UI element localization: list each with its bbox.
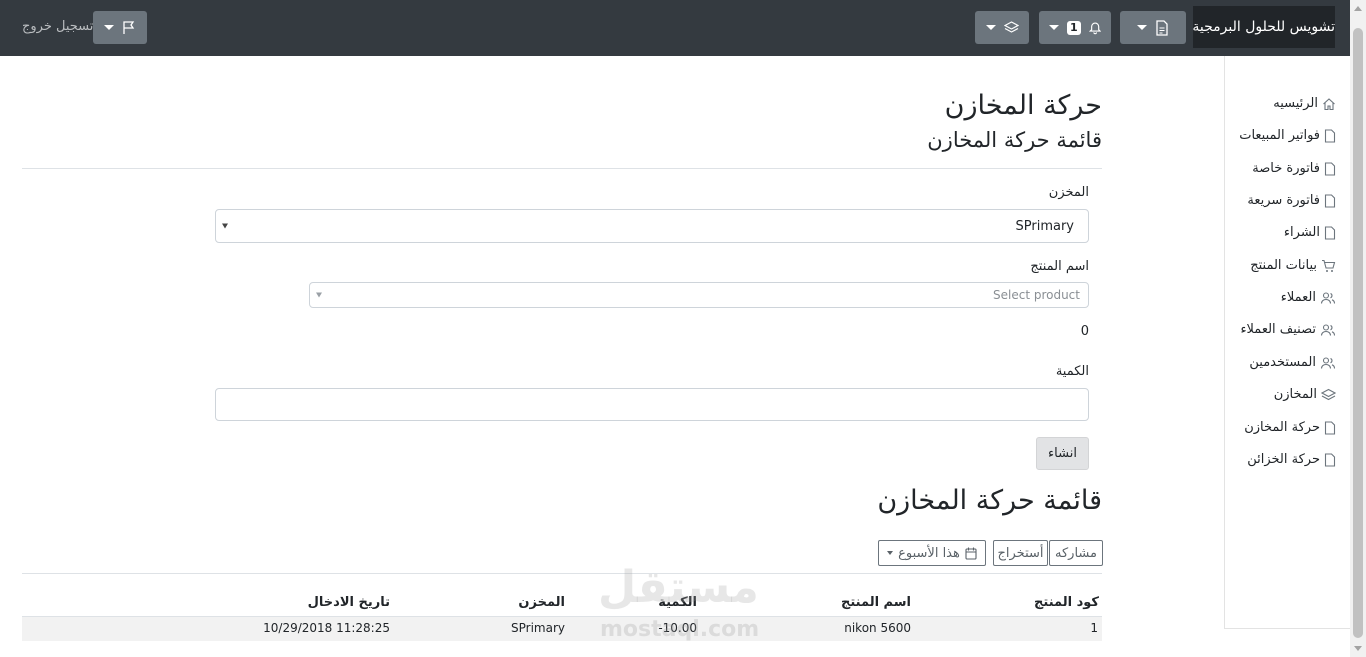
sidebar-item-special-invoice[interactable]: فاتورة خاصة (1252, 161, 1336, 176)
page-scrollbar[interactable] (1350, 0, 1366, 657)
sidebar-item-label: فواتير المبيعات (1239, 128, 1320, 143)
list-title: قائمة حركة المخازن (877, 485, 1102, 516)
home-icon (1323, 97, 1335, 110)
list-divider (22, 573, 1102, 574)
cell-entry-date: 10/29/2018 11:28:25 (263, 621, 390, 635)
file-icon (1324, 452, 1336, 467)
file-icon (1324, 128, 1336, 143)
file-icon (1324, 193, 1336, 208)
date-range-filter[interactable]: هذا الأسبوع (878, 540, 986, 566)
store-label: المخزن (1048, 185, 1089, 200)
calendar-icon (965, 547, 977, 560)
table-header-store: المخزن (518, 595, 565, 610)
sidebar-item-quick-invoice[interactable]: فاتورة سريعة (1247, 193, 1336, 208)
notifications-dropdown-button[interactable]: 1 (1039, 11, 1111, 44)
sidebar-item-label: المخازن (1273, 387, 1317, 402)
sidebar-item-sales-invoices[interactable]: فواتير المبيعات (1239, 128, 1336, 143)
file-icon (1324, 225, 1336, 240)
chevron-down-icon (985, 25, 996, 30)
chevron-down-icon (222, 223, 228, 229)
scroll-up-arrow[interactable] (1354, 6, 1362, 11)
chevron-down-icon (887, 551, 894, 555)
sidebar-item-stores[interactable]: المخازن (1274, 387, 1336, 402)
sidebar-item-customers[interactable]: العملاء (1281, 290, 1336, 305)
table-header-product-code: كود المنتج (1034, 595, 1099, 610)
product-select[interactable]: Select product (309, 282, 1089, 308)
quantity-input[interactable] (215, 388, 1089, 421)
chevron-down-icon (1137, 25, 1147, 30)
chevron-down-icon (1049, 25, 1059, 30)
users-icon (1320, 323, 1336, 336)
create-button[interactable]: انشاء (1036, 437, 1089, 470)
notification-count-badge: 1 (1067, 20, 1081, 35)
quantity-label: الكمية (1055, 364, 1089, 379)
top-navbar: تشويس للحلول البرمجية 1 تسجيل خروج (0, 0, 1350, 56)
sidebar-item-treasury-movements[interactable]: حركة الخزائن (1247, 452, 1336, 467)
share-button[interactable]: مشاركه (1049, 540, 1103, 566)
table-header-entry-date: تاريخ الادخال (307, 595, 390, 610)
date-range-label: هذا الأسبوع (898, 545, 960, 561)
sidebar-item-users[interactable]: المستخدمين (1249, 355, 1336, 370)
bell-icon (1088, 22, 1101, 35)
sidebar-item-store-movements[interactable]: حركة المخازن (1244, 420, 1336, 435)
watermark-logo: مستقل (598, 562, 759, 613)
file-text-icon (1156, 19, 1168, 36)
store-select[interactable]: SPrimary (215, 209, 1089, 243)
chevron-down-icon (104, 25, 114, 30)
table-header-product-name: اسم المنتج (841, 595, 911, 610)
users-icon (1320, 291, 1336, 304)
file-icon (1324, 161, 1336, 176)
layers-dropdown-button[interactable] (975, 11, 1029, 44)
file-icon (1324, 420, 1336, 435)
sidebar-item-customer-categories[interactable]: تصنيف العملاء (1240, 322, 1336, 337)
scroll-thumb[interactable] (1353, 28, 1363, 638)
sidebar-item-label: فاتورة سريعة (1247, 193, 1320, 208)
sidebar-item-label: العملاء (1280, 290, 1316, 305)
scroll-down-arrow[interactable] (1354, 646, 1362, 651)
layers-icon (1003, 21, 1019, 33)
product-name-label: اسم المنتج (1030, 259, 1089, 274)
sidebar-item-label: الرئيسيه (1273, 96, 1318, 111)
sidebar-item-label: تصنيف العملاء (1240, 322, 1316, 337)
cell-product-code: 1 (1090, 621, 1098, 635)
cell-store: SPrimary (511, 621, 565, 635)
available-quantity-value: 0 (1080, 324, 1089, 339)
sidebar-item-label: حركة الخزائن (1247, 452, 1320, 467)
product-select-placeholder: Select product (993, 288, 1080, 302)
sidebar-item-purchase[interactable]: الشراء (1284, 225, 1336, 240)
cart-icon (1322, 259, 1336, 272)
watermark-url: mostaql.com (600, 617, 760, 642)
export-button[interactable]: أستخراج (993, 540, 1048, 566)
cell-product-name: nikon 5600 (844, 621, 911, 635)
header-divider (22, 168, 1102, 169)
page-title: حركة المخازن (944, 90, 1102, 121)
sidebar-item-label: المستخدمين (1249, 355, 1316, 370)
sidebar-item-home[interactable]: الرئيسيه (1273, 96, 1336, 111)
brand-name[interactable]: تشويس للحلول البرمجية (1193, 6, 1335, 48)
sidebar-item-label: بيانات المنتج (1250, 258, 1317, 273)
documents-dropdown-button[interactable] (1120, 11, 1186, 44)
sidebar-item-product-data[interactable]: بيانات المنتج (1250, 258, 1336, 273)
page-subtitle: قائمة حركة المخازن (927, 128, 1102, 152)
language-dropdown-button[interactable] (93, 11, 147, 44)
sidebar: الرئيسيه فواتير المبيعات فاتورة خاصة فات… (1224, 56, 1350, 629)
chevron-down-icon (316, 292, 322, 298)
sidebar-item-label: الشراء (1283, 225, 1320, 240)
logout-link[interactable]: تسجيل خروج (22, 19, 93, 34)
layers-icon (1321, 388, 1336, 400)
users-icon (1320, 356, 1336, 369)
store-select-value: SPrimary (1015, 218, 1075, 234)
sidebar-item-label: حركة المخازن (1244, 420, 1320, 435)
flag-icon (123, 21, 135, 34)
sidebar-item-label: فاتورة خاصة (1252, 161, 1320, 176)
